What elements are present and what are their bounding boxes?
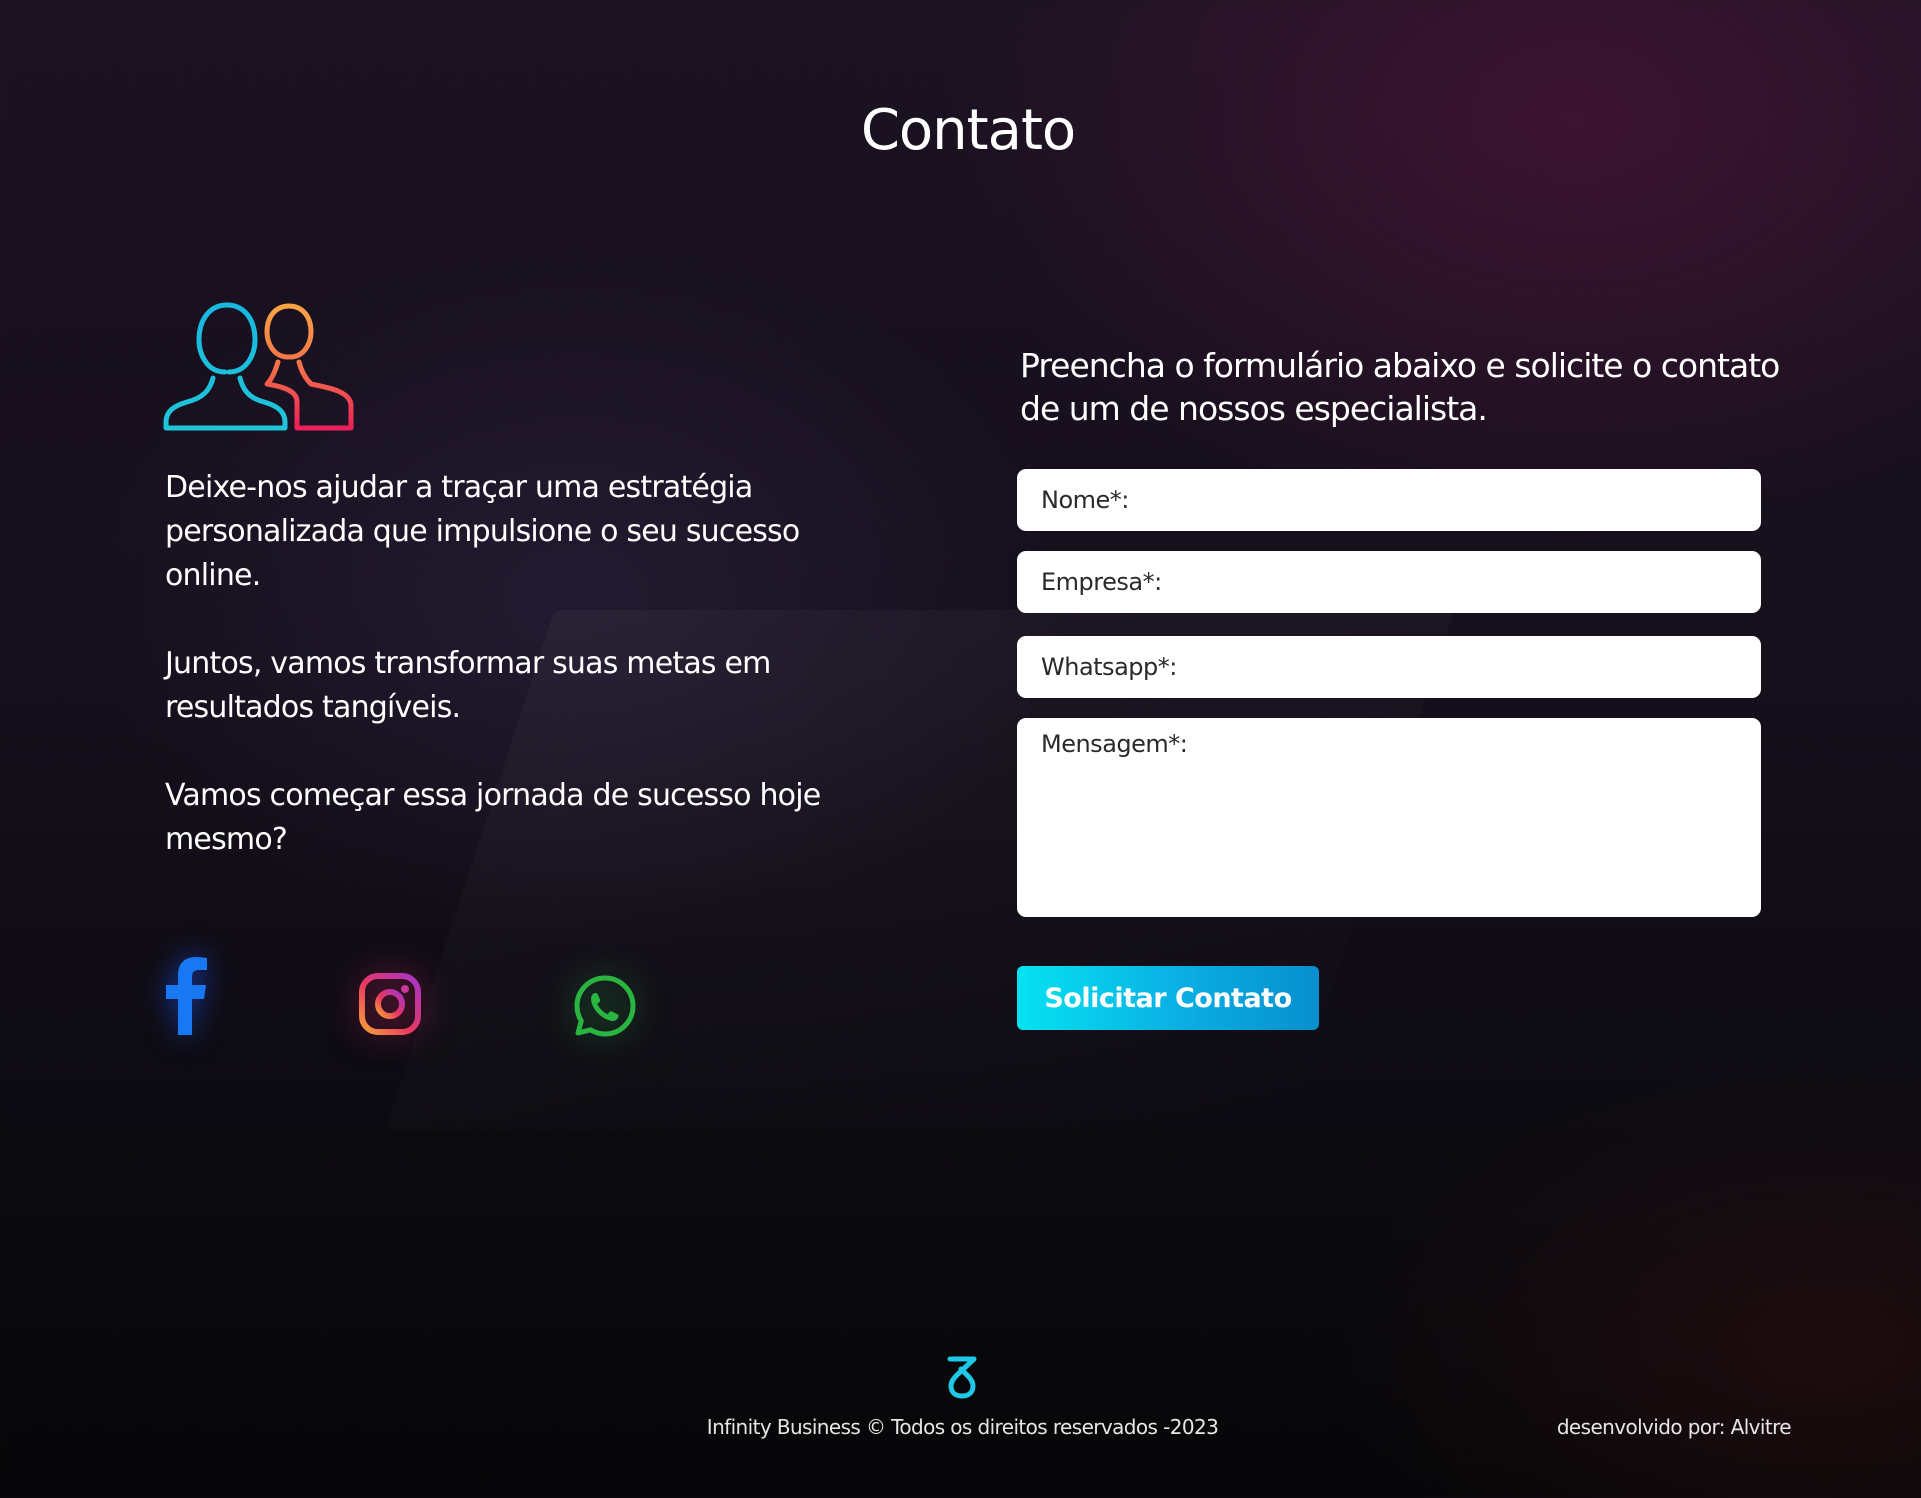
intro-paragraph: Vamos começar essa jornada de sucesso ho… — [165, 778, 821, 857]
form-intro-text: Preencha o formulário abaixo e solicite … — [1020, 346, 1780, 428]
users-icon — [163, 302, 354, 431]
whatsapp-field[interactable] — [1017, 636, 1761, 698]
instagram-icon[interactable] — [358, 972, 422, 1036]
developer-credits: desenvolvido por: Alvitre — [1556, 1415, 1792, 1439]
request-contact-button[interactable]: Solicitar Contato — [1017, 966, 1319, 1030]
intro-text: Deixe-nos ajudar a traçar uma estratégia… — [165, 466, 865, 906]
infinity-business-logo — [947, 1356, 977, 1399]
copyright-text: Infinity Business © Todos os direitos re… — [706, 1415, 1219, 1439]
intro-paragraph: Deixe-nos ajudar a traçar uma estratégia… — [165, 470, 800, 593]
intro-paragraph: Juntos, vamos transformar suas metas em … — [165, 646, 771, 725]
company-field[interactable] — [1017, 551, 1761, 613]
message-field[interactable] — [1017, 718, 1761, 917]
name-field[interactable] — [1017, 469, 1761, 531]
whatsapp-icon[interactable] — [572, 973, 638, 1039]
facebook-icon[interactable] — [150, 955, 220, 1035]
page-title: Contato — [860, 98, 1076, 163]
